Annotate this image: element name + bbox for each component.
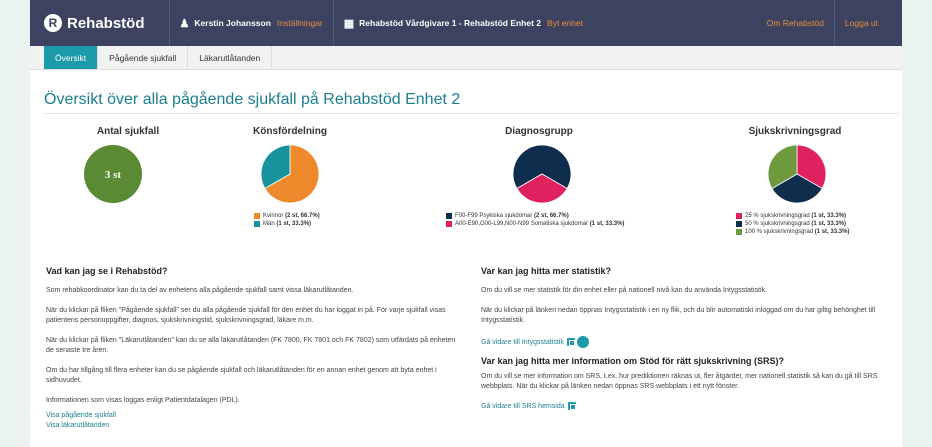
gender-legend: Kvinnor (2 st, 66.7%) Män (1 st, 33.3%) <box>254 212 320 228</box>
count-title: Antal sjukfall <box>96 126 160 137</box>
main-tabs: Översikt Pågående sjukfall Läkarutlåtand… <box>30 46 902 70</box>
diagnosis-legend: F00-F99 Psykiska sjukdomar (2 st, 66.7%)… <box>446 212 624 228</box>
show-sjukfall-link[interactable]: Visa pågående sjukfall <box>46 411 456 421</box>
legend-detail: (2 st, 66.7%) <box>534 213 569 219</box>
left-paragraph: Som rehabkoordinator kan du ta del av en… <box>46 287 354 294</box>
legend-detail: (1 st, 33.3%) <box>589 221 625 227</box>
logout-block: Logga ut <box>833 0 888 46</box>
stats-paragraph: När du klickar på länken nedan öppnas In… <box>481 307 876 324</box>
left-paragraph: Om du har tillgång till flera enheter ka… <box>46 367 437 384</box>
legend-label: 100 % sjukskrivningsgrad <box>745 229 814 235</box>
legend-swatch <box>254 221 260 227</box>
divider <box>44 113 899 114</box>
legend-label: 50 % sjukskrivningsgrad <box>745 221 810 227</box>
legend-swatch <box>446 221 452 227</box>
legend-detail: (2 st, 66.7%) <box>285 213 320 219</box>
gender-title: Könsfördelning <box>253 126 327 137</box>
about-link[interactable]: Om Rehabstöd <box>767 18 824 28</box>
tab-pagaende-sjukfall[interactable]: Pågående sjukfall <box>98 46 189 69</box>
user-block: ♟ Kerstin Johansson Inställningar <box>168 0 333 46</box>
legend-swatch <box>736 221 742 227</box>
intygsstatistik-link[interactable]: Gå vidare till Intygsstatistik <box>481 336 896 348</box>
count-circle: 3 st <box>84 145 142 203</box>
legend-label: 25 % sjukskrivningsgrad <box>745 213 810 219</box>
legend-label: A00-E90,G00-L99,N00-N99 Somatiska sjukdo… <box>455 221 589 227</box>
srs-link-label: Gå vidare till SRS hemsida <box>481 403 565 410</box>
unit-block: ▦ Rehabstöd Vårdgivare 1 - Rehabstöd Enh… <box>332 0 593 46</box>
page-title: Översikt över alla pågående sjukfall på … <box>44 91 461 108</box>
tab-lakarutlatanden[interactable]: Läkarutlåtanden <box>188 46 273 69</box>
left-heading: Vad kan jag se i Rehabstöd? <box>46 266 168 276</box>
legend-swatch <box>254 213 260 219</box>
legend-item: F00-F99 Psykiska sjukdomar (2 st, 66.7%) <box>446 212 624 220</box>
logo-text: Rehabstöd <box>67 14 145 32</box>
user-icon: ♟ <box>179 17 190 30</box>
degree-title: Sjukskrivningsgrad <box>748 126 842 137</box>
srs-link[interactable]: Gå vidare till SRS hemsida <box>481 402 896 412</box>
intygsstatistik-link-label: Gå vidare till Intygsstatistik <box>481 338 564 346</box>
degree-legend: 25 % sjukskrivningsgrad (1 st, 33.3%) 50… <box>736 212 849 236</box>
logout-link[interactable]: Logga ut <box>845 18 878 28</box>
change-unit-link[interactable]: Byt enhet <box>547 18 583 28</box>
legend-swatch <box>736 229 742 235</box>
unit-name: Rehabstöd Vårdgivare 1 - Rehabstöd Enhet… <box>359 18 542 28</box>
info-right-column: Var kan jag hitta mer statistik? Om du v… <box>481 266 896 412</box>
legend-item: Män (1 st, 33.3%) <box>254 220 320 228</box>
about-block: Om Rehabstöd <box>757 0 834 46</box>
external-link-icon <box>566 338 575 346</box>
info-left-column: Vad kan jag se i Rehabstöd? Som rehabkoo… <box>46 266 456 431</box>
legend-item: Kvinnor (2 st, 66.7%) <box>254 212 320 220</box>
left-paragraph: Informationen som visas loggas enligt Pa… <box>46 397 240 404</box>
stats-paragraph: Om du vill se mer statistik för din enhe… <box>481 287 767 294</box>
app-logo[interactable]: R Rehabstöd <box>44 14 145 32</box>
diagnosis-title: Diagnosgrupp <box>505 126 573 137</box>
legend-item: A00-E90,G00-L99,N00-N99 Somatiska sjukdo… <box>446 220 624 228</box>
legend-detail: (1 st, 33.3%) <box>811 213 847 219</box>
legend-swatch <box>446 213 452 219</box>
legend-detail: (1 st, 33.3%) <box>276 221 312 227</box>
user-name: Kerstin Johansson <box>194 18 271 28</box>
top-navigation-bar: R Rehabstöd ♟ Kerstin Johansson Inställn… <box>30 0 902 46</box>
legend-detail: (1 st, 33.3%) <box>811 221 847 227</box>
logo-icon: R <box>44 14 62 32</box>
header-right-links: Om Rehabstöd Logga ut <box>757 0 888 46</box>
external-link-icon <box>567 402 576 411</box>
statistics-logo-icon <box>576 336 589 348</box>
legend-label: F00-F99 Psykiska sjukdomar <box>455 213 533 219</box>
show-lakarutlatanden-link[interactable]: Visa läkarutlåtanden <box>46 421 456 431</box>
stats-heading: Var kan jag hitta mer statistik? <box>481 266 612 276</box>
diagnosis-pie-chart <box>513 145 571 203</box>
legend-label: Män <box>263 221 275 227</box>
gender-pie-chart <box>261 145 319 203</box>
legend-swatch <box>736 213 742 219</box>
left-paragraph: När du klickar på fliken "Pågående sjukf… <box>46 307 446 324</box>
degree-pie-chart <box>768 145 826 203</box>
page: R Rehabstöd ♟ Kerstin Johansson Inställn… <box>30 0 902 447</box>
settings-link[interactable]: Inställningar <box>277 18 323 28</box>
legend-item: 50 % sjukskrivningsgrad (1 st, 33.3%) <box>736 220 849 228</box>
left-paragraph: När du klickar på fliken "Läkarutlåtande… <box>46 337 456 354</box>
tab-oversikt[interactable]: Översikt <box>44 46 99 69</box>
legend-item: 100 % sjukskrivningsgrad (1 st, 33.3%) <box>736 228 849 236</box>
building-icon: ▦ <box>343 17 355 30</box>
srs-heading: Var kan jag hitta mer information om Stö… <box>481 356 785 366</box>
legend-item: 25 % sjukskrivningsgrad (1 st, 33.3%) <box>736 212 849 220</box>
legend-detail: (1 st, 33.3%) <box>814 229 850 235</box>
legend-label: Kvinnor <box>263 213 284 219</box>
srs-paragraph: Om du vill se mer information om SRS, t.… <box>481 373 878 390</box>
count-value: 3 st <box>105 169 122 181</box>
